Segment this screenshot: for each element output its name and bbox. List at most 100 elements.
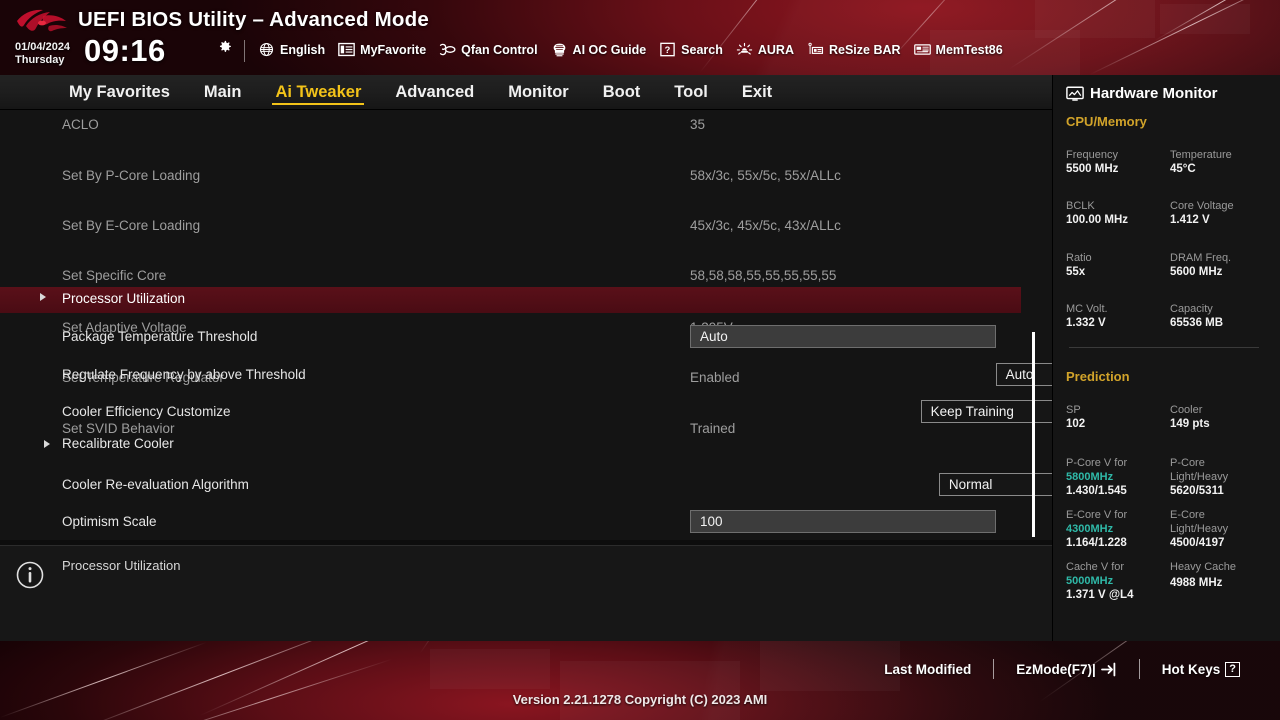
globe-icon xyxy=(259,42,274,57)
metric-value: 1.371 V @L4 xyxy=(1066,589,1134,601)
header-item-label: AI OC Guide xyxy=(572,42,647,57)
bottom-footer: Last Modified EzMode(F7)| Hot Keys ? Ver… xyxy=(0,641,1280,720)
hot-keys-label: Hot Keys xyxy=(1161,661,1221,677)
setting-label: Set By E-Core Loading xyxy=(62,217,201,233)
hw-metric-frequency: Frequency 5500 MHz xyxy=(1066,148,1118,177)
hw-metric-ratio: Ratio 55x xyxy=(1066,251,1092,280)
header-item-label: English xyxy=(280,42,326,57)
header-item-label: Qfan Control xyxy=(461,42,538,57)
setting-row-aclo[interactable]: ACLO 35 xyxy=(0,112,1052,137)
setting-value: 45x/3c, 45x/5c, 43x/ALLc xyxy=(690,217,841,233)
tab-advanced[interactable]: Advanced xyxy=(378,77,491,107)
footer-links: Last Modified EzMode(F7)| Hot Keys ? xyxy=(862,659,1262,679)
last-modified-button[interactable]: Last Modified xyxy=(862,662,993,677)
brain-icon xyxy=(553,43,565,57)
metric-key: BCLK xyxy=(1066,200,1095,212)
description-bar: Processor Utilization xyxy=(0,545,1052,641)
header-item-qfan-control[interactable]: Qfan Control xyxy=(439,42,538,57)
option-package-temperature-threshold[interactable]: Package Temperature Threshold Auto xyxy=(0,318,1052,356)
submenu-label: Recalibrate Cooler xyxy=(62,436,174,451)
hw-metric-bclk: BCLK 100.00 MHz xyxy=(1066,199,1128,228)
content-scrollbar[interactable] xyxy=(1032,332,1035,537)
tab-ai-tweaker[interactable]: Ai Tweaker xyxy=(258,77,378,107)
metric-frequency: 5000MHz xyxy=(1066,575,1114,587)
metric-key: E-Core V for xyxy=(1066,509,1128,521)
metric-value: 1.430/1.545 xyxy=(1066,485,1127,497)
option-cooler-efficiency-customize[interactable]: Cooler Efficiency Customize Keep Trainin… xyxy=(0,393,1052,431)
header-item-label: Search xyxy=(681,42,723,57)
tab-my-favorites[interactable]: My Favorites xyxy=(52,77,187,107)
hw-metric-ecore-voltage: E-Core V for 4300MHz 1.164/1.228 xyxy=(1066,508,1127,551)
setting-row-p-core-loading[interactable]: Set By P-Core Loading 58x/3c, 55x/5c, 55… xyxy=(0,162,1052,187)
metric-key: Capacity xyxy=(1170,303,1213,315)
metric-value: 5500 MHz xyxy=(1066,163,1119,175)
header-item-resize-bar[interactable]: ReSize BAR xyxy=(807,42,901,57)
metric-key: DRAM Freq. xyxy=(1170,252,1232,264)
tab-monitor[interactable]: Monitor xyxy=(491,77,585,107)
metric-value: 1.164/1.228 xyxy=(1066,537,1127,549)
metric-value: 5620/5311 xyxy=(1170,485,1224,497)
svg-text:?: ? xyxy=(665,45,671,55)
option-label: Regulate Frequency by above Threshold xyxy=(62,367,306,383)
ezmode-button[interactable]: EzMode(F7)| xyxy=(994,662,1139,677)
enter-arrow-icon xyxy=(1100,662,1116,676)
header-item-myfavorite[interactable]: MyFavorite xyxy=(338,42,426,57)
metric-frequency: 4300MHz xyxy=(1066,523,1114,535)
metric-value: 45°C xyxy=(1170,163,1196,175)
hw-metric-pcore-voltage: P-Core V for 5800MHz 1.430/1.545 xyxy=(1066,456,1127,499)
top-header: UEFI BIOS Utility – Advanced Mode 01/04/… xyxy=(0,0,1280,75)
metric-value: 5600 MHz xyxy=(1170,266,1223,278)
regulate-frequency-select[interactable]: Auto xyxy=(995,363,1052,387)
hardware-monitor-panel: Hardware Monitor CPU/Memory Frequency 55… xyxy=(1052,75,1280,641)
setting-row-specific-core[interactable]: Set Specific Core 58,58,58,55,55,55,55,5… xyxy=(0,263,1052,288)
metric-value: 55x xyxy=(1066,266,1086,278)
option-optimism-scale[interactable]: Optimism Scale 100 xyxy=(0,503,1052,540)
metric-value: 100.00 MHz xyxy=(1066,214,1129,226)
header-item-label: ReSize BAR xyxy=(828,42,901,57)
resize-bar-icon xyxy=(808,42,824,54)
option-label: Cooler Re-evaluation Algorithm xyxy=(62,477,249,493)
hw-metric-pcore-light-heavy: P-Core Light/Heavy 5620/5311 xyxy=(1170,456,1228,499)
list-icon xyxy=(338,42,355,57)
rog-logo xyxy=(17,9,67,32)
header-item-memtest86[interactable]: MemTest86 xyxy=(913,42,1003,57)
metric-value: 4500/4197 xyxy=(1170,537,1225,549)
submenu-processor-utilization[interactable]: Processor Utilization xyxy=(0,287,1021,313)
gear-icon[interactable] xyxy=(216,38,233,55)
tab-main[interactable]: Main xyxy=(187,77,259,107)
metric-value: 1.332 V xyxy=(1066,317,1106,329)
hw-metric-heavy-cache: Heavy Cache 4988 MHz xyxy=(1170,560,1236,591)
header-item-search[interactable]: ? Search xyxy=(659,42,723,57)
setting-value: 58,58,58,55,55,55,55,55 xyxy=(690,268,837,284)
last-modified-label: Last Modified xyxy=(884,661,972,677)
hw-metric-mc-volt: MC Volt. 1.332 V xyxy=(1066,302,1108,331)
option-label: Cooler Efficiency Customize xyxy=(62,404,231,420)
submenu-recalibrate-cooler[interactable]: Recalibrate Cooler xyxy=(0,434,1052,456)
setting-row-e-core-loading[interactable]: Set By E-Core Loading 45x/3c, 45x/5c, 43… xyxy=(0,213,1052,238)
metric-key: Temperature xyxy=(1170,149,1232,161)
monitor-icon xyxy=(1066,86,1084,101)
tab-boot[interactable]: Boot xyxy=(586,77,658,107)
optimism-scale-input[interactable]: 100 xyxy=(690,510,996,534)
memory-icon xyxy=(913,44,931,55)
metric-key: Cache V for xyxy=(1066,561,1125,573)
header-item-aura[interactable]: AURA xyxy=(736,42,794,57)
bios-screen: UEFI BIOS Utility – Advanced Mode 01/04/… xyxy=(0,0,1280,720)
metric-key: Cooler xyxy=(1170,404,1203,416)
fan-icon xyxy=(440,43,456,56)
package-temperature-threshold-input[interactable]: Auto xyxy=(690,325,996,349)
setting-label: ACLO xyxy=(62,117,99,133)
cooler-reevaluation-algorithm-select[interactable]: Normal xyxy=(938,473,1052,497)
hot-keys-button[interactable]: Hot Keys ? xyxy=(1140,661,1262,677)
header-item-ai-oc-guide[interactable]: AI OC Guide xyxy=(551,42,647,57)
tab-exit[interactable]: Exit xyxy=(725,77,789,107)
header-item-english[interactable]: English xyxy=(258,42,325,57)
sidebar-divider xyxy=(1069,347,1259,348)
option-cooler-reevaluation-algorithm[interactable]: Cooler Re-evaluation Algorithm Normal xyxy=(0,466,1052,504)
chevron-right-icon xyxy=(40,293,46,301)
hardware-monitor-title: Hardware Monitor xyxy=(1090,85,1218,102)
metric-key-2: Light/Heavy xyxy=(1170,523,1229,535)
option-regulate-frequency[interactable]: Regulate Frequency by above Threshold Au… xyxy=(0,356,1052,394)
tab-tool[interactable]: Tool xyxy=(657,77,725,107)
setting-value: 58x/3c, 55x/5c, 55x/ALLc xyxy=(690,167,841,183)
